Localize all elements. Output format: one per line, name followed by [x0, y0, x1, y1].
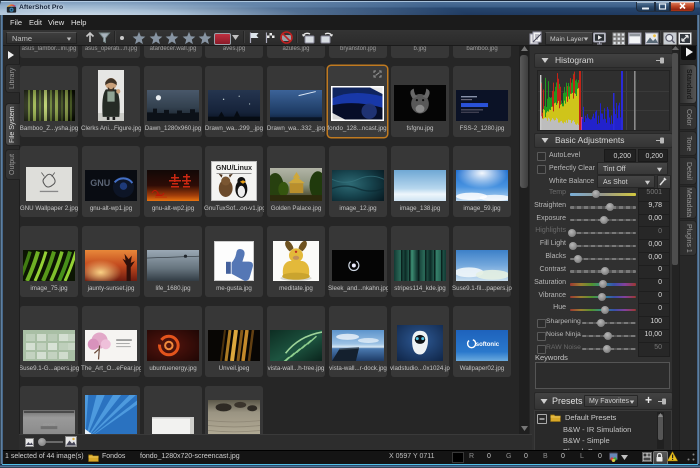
svg-text:LENOVO: LENOVO — [43, 423, 56, 427]
svg-text:softonic: softonic — [476, 342, 500, 348]
svg-text:GNU: GNU — [90, 178, 110, 188]
svg-text:GNU/Linux: GNU/Linux — [216, 165, 252, 172]
